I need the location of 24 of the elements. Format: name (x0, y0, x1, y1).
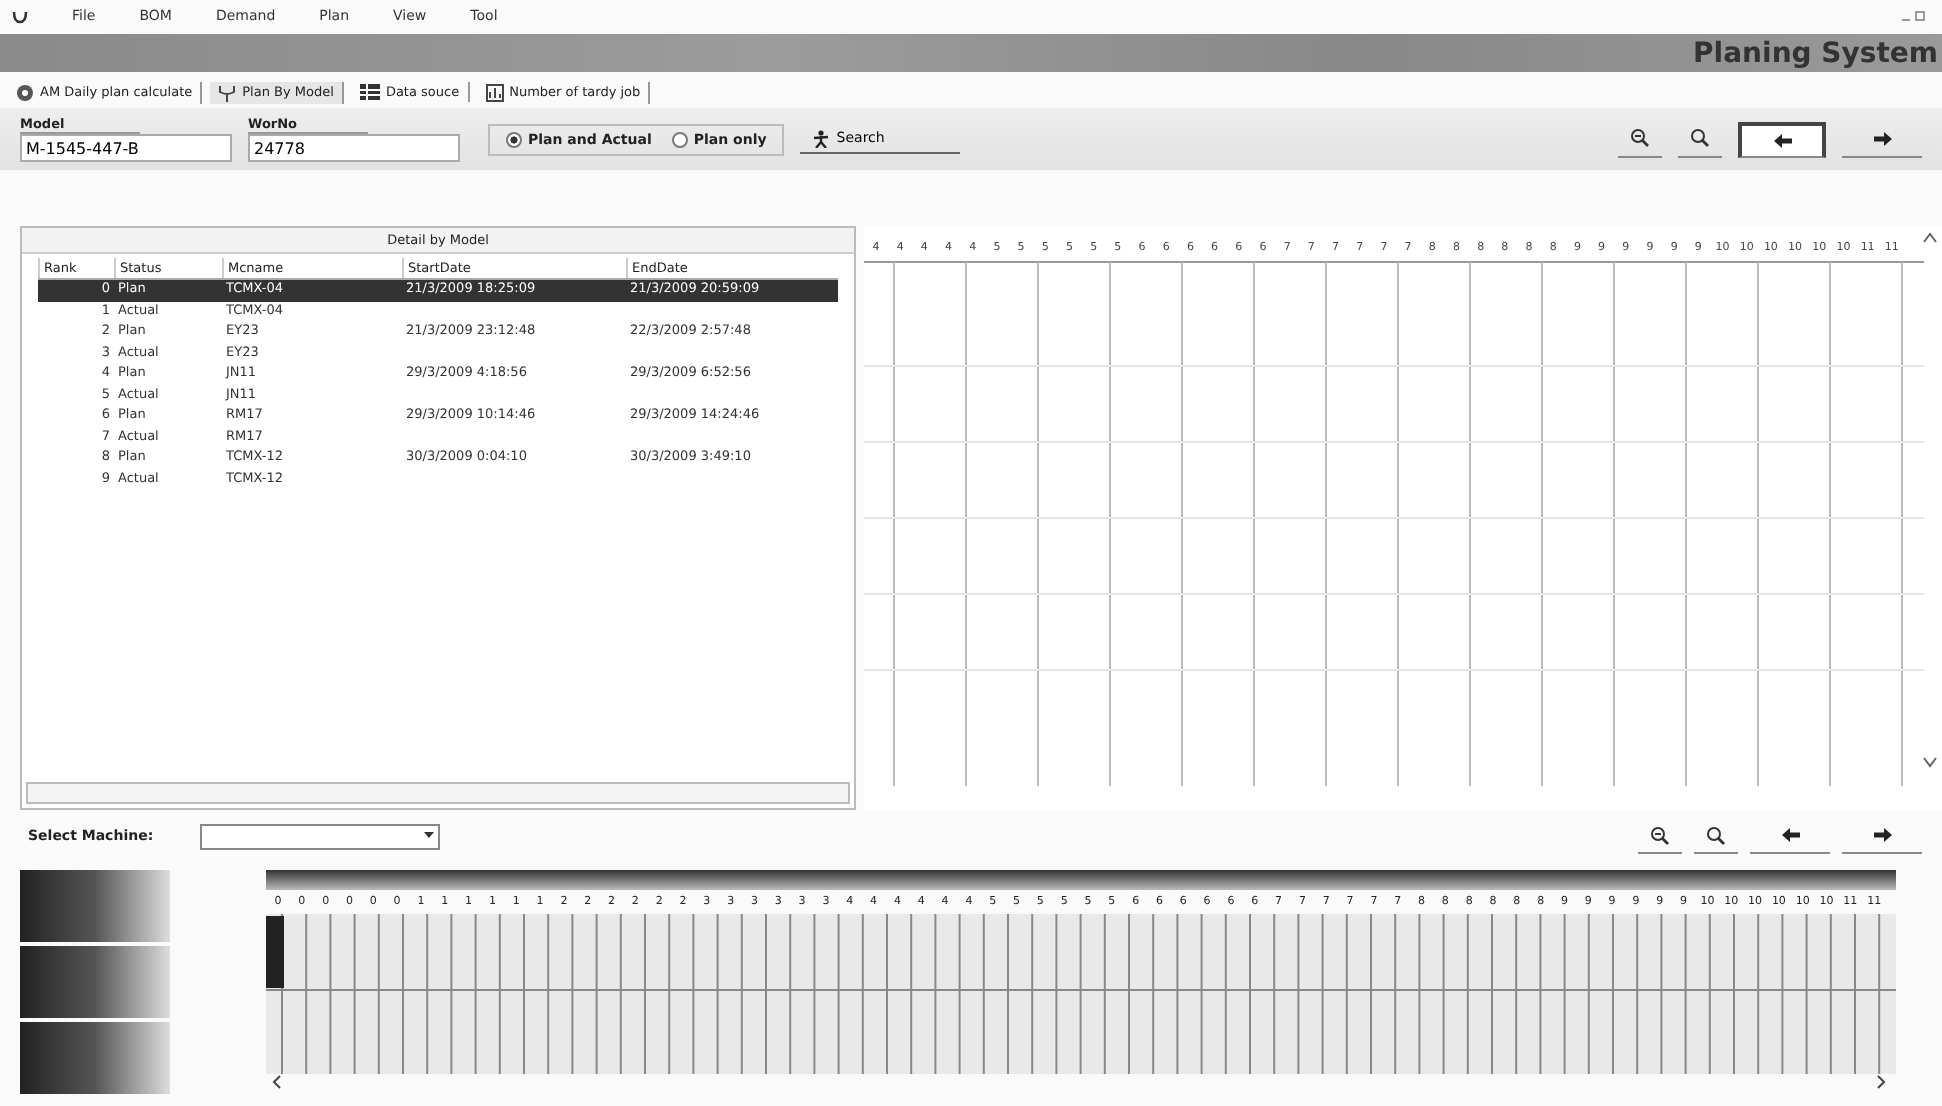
arrow-right-icon (1873, 131, 1891, 146)
grid-icon (359, 84, 380, 101)
input-field[interactable]: 24778 (248, 134, 460, 163)
chart-icon (485, 83, 504, 102)
arrow-right-icon (1873, 828, 1891, 843)
scroll-left-icon[interactable] (272, 1075, 281, 1089)
machine-dropdown[interactable] (200, 823, 440, 850)
zoom-out-icon[interactable] (1690, 128, 1710, 149)
job-bar (266, 916, 284, 988)
horizontal-scrollbar[interactable] (26, 782, 850, 805)
previous-button[interactable] (1738, 121, 1826, 158)
fork-icon (218, 83, 237, 102)
window-controls-icon[interactable] (1902, 10, 1930, 23)
gear-icon (16, 83, 34, 102)
arrow-left-icon (1781, 828, 1799, 843)
scroll-down-icon[interactable] (1923, 757, 1937, 769)
scroll-up-icon[interactable] (1923, 233, 1937, 244)
scroll-right-icon[interactable] (1877, 1075, 1886, 1089)
app-title: Planing System (1693, 37, 1938, 69)
arrow-left-icon (1773, 133, 1791, 148)
person-icon (812, 129, 831, 148)
input-field[interactable]: M-1545-447-B (20, 134, 232, 163)
app-icon[interactable] (12, 8, 28, 25)
zoom-out-icon[interactable] (1706, 825, 1726, 846)
